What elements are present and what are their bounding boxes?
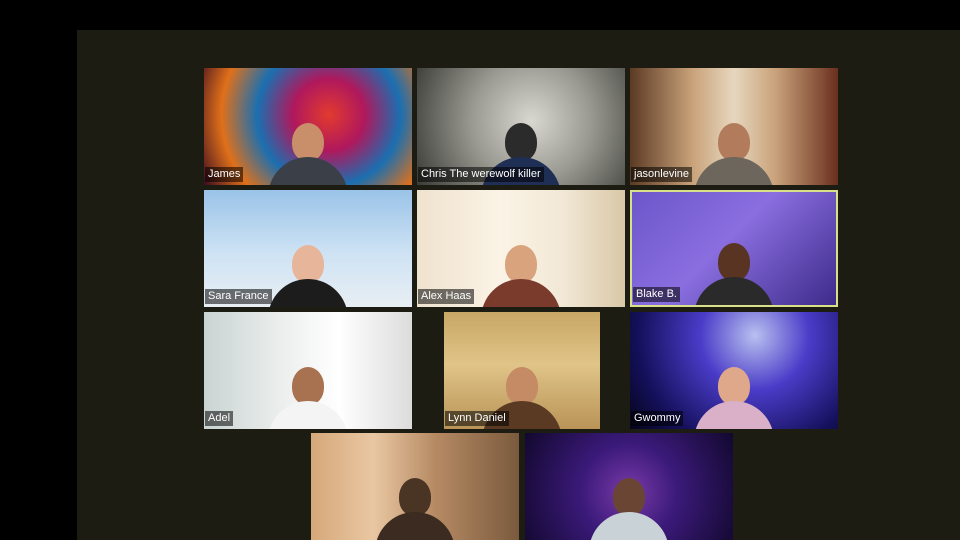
- participant-tile-sara-france[interactable]: Sara France: [204, 190, 412, 307]
- participant-name-label: Blake B.: [633, 287, 680, 302]
- participant-video: [268, 367, 348, 429]
- participant-name-label: Lynn Daniel: [445, 411, 509, 426]
- participant-tile-lynn-daniel[interactable]: Lynn Daniel: [444, 312, 600, 429]
- participant-tile-alex-haas[interactable]: Alex Haas: [417, 190, 625, 307]
- participant-tile-blake-active-speaker[interactable]: Blake B.: [630, 190, 838, 307]
- participant-tile-chris[interactable]: Chris The werewolf killer: [417, 68, 625, 185]
- participant-tile-jasonlevine[interactable]: jasonlevine: [630, 68, 838, 185]
- participant-video: [268, 245, 348, 307]
- participant-video: [268, 123, 348, 185]
- participant-video: [375, 478, 455, 540]
- participant-name-label: Chris The werewolf killer: [418, 167, 544, 182]
- participant-name-label: James: [205, 167, 244, 182]
- participant-video: [694, 367, 774, 429]
- participant-video: [481, 245, 561, 307]
- zoom-meeting-window: James Chris The werewolf killer jasonlev…: [0, 0, 960, 540]
- participant-video: [694, 123, 774, 185]
- participant-name-label: Alex Haas: [418, 289, 475, 304]
- participant-name-label: Adel: [205, 411, 234, 426]
- participant-video: [694, 243, 774, 305]
- participant-name-label: jasonlevine: [631, 167, 693, 182]
- participant-video: [589, 478, 669, 540]
- participant-name-label: Gwommy: [631, 411, 684, 426]
- participant-tile-gwommy[interactable]: Gwommy: [630, 312, 838, 429]
- participant-name-label: Sara France: [205, 289, 272, 304]
- participant-tile[interactable]: [525, 433, 733, 540]
- participant-tile[interactable]: [311, 433, 519, 540]
- participant-tile-adel[interactable]: Adel: [204, 312, 412, 429]
- participant-tile-james[interactable]: James: [204, 68, 412, 185]
